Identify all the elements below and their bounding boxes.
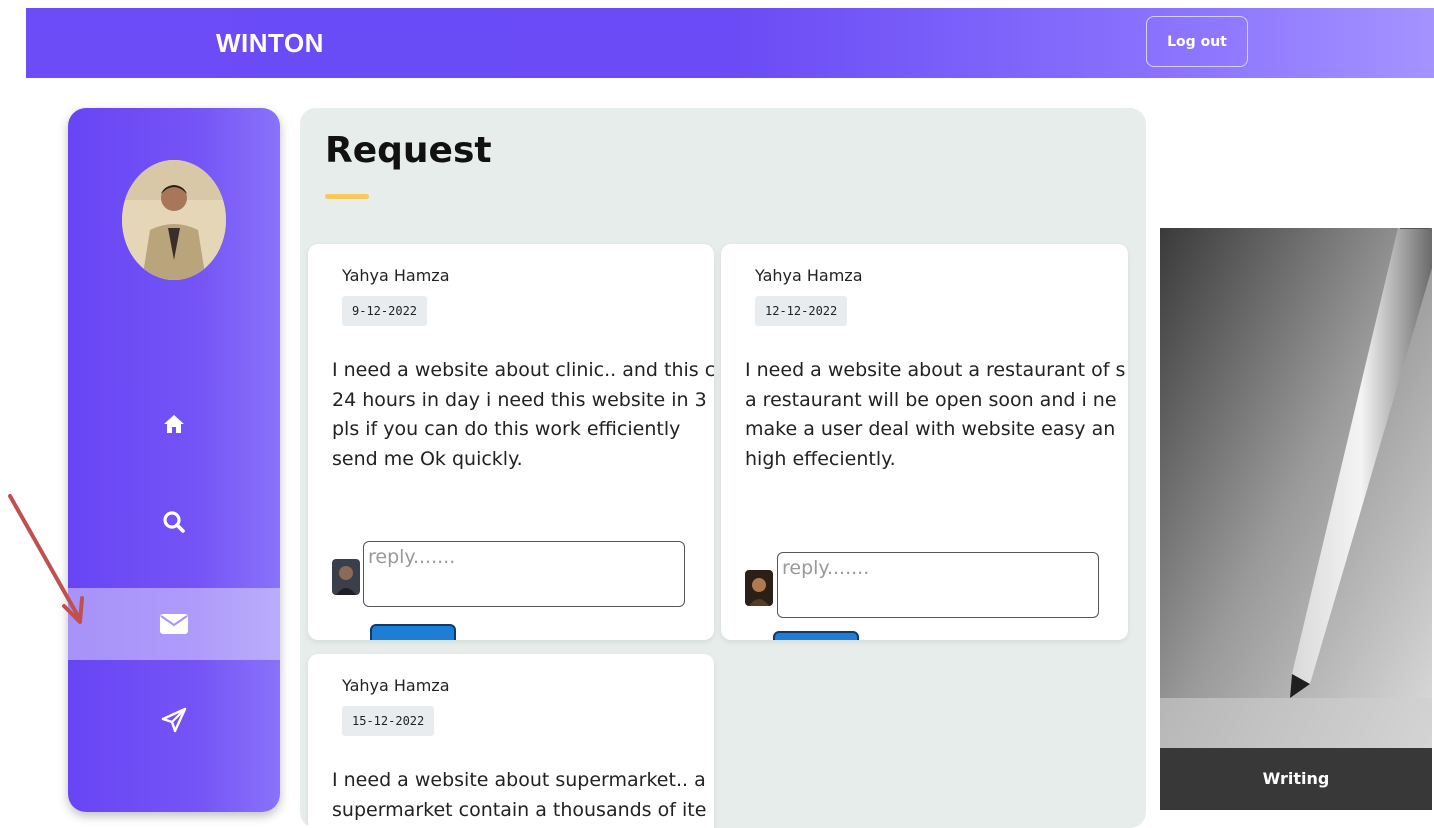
send-reply-button[interactable] [370,624,456,640]
home-icon [164,415,184,433]
image-caption: Writing [1160,748,1432,810]
title-underline [325,194,369,199]
pencil-image [1160,228,1432,748]
request-date-badge: 15-12-2022 [342,706,435,736]
request-card: Yahya Hamza 15-12-2022 I need a website … [308,654,714,828]
request-card: Yahya Hamza 9-12-2022 I need a website a… [308,244,714,640]
request-author: Yahya Hamza [342,676,450,695]
logout-button[interactable]: Log out [1146,16,1248,67]
top-navbar: WINTON Log out [26,8,1434,78]
envelope-icon [160,614,188,634]
writing-card[interactable]: Writing [1160,228,1432,810]
sidebar-item-messages[interactable] [68,588,280,660]
reply-input[interactable]: reply....... [363,541,685,607]
sidebar [68,108,280,812]
search-icon [163,511,185,533]
request-message: I need a website about supermarket.. a s… [332,769,707,821]
brand-logo[interactable]: WINTON [216,28,324,59]
requests-panel: Request Yahya Hamza 9-12-2022 I need a w… [300,108,1146,828]
request-date-badge: 12-12-2022 [755,296,848,326]
request-author: Yahya Hamza [755,266,863,285]
sidebar-item-home[interactable] [68,388,280,460]
user-avatar [332,559,360,595]
request-date-badge: 9-12-2022 [342,296,428,326]
request-card: Yahya Hamza 12-12-2022 I need a website … [721,244,1128,640]
sidebar-item-search[interactable] [68,486,280,558]
page-title: Request [325,130,492,171]
send-reply-button[interactable] [773,631,859,640]
user-avatar [745,570,773,606]
profile-avatar[interactable] [122,160,226,280]
paper-plane-icon [161,707,187,733]
request-message: I need a website about a restaurant of s… [745,359,1126,470]
sidebar-item-send[interactable] [68,684,280,756]
annotation-arrow-icon [8,494,84,624]
reply-input[interactable]: reply....... [777,552,1099,618]
request-author: Yahya Hamza [342,266,450,285]
request-message: I need a website about clinic.. and this… [332,359,714,470]
